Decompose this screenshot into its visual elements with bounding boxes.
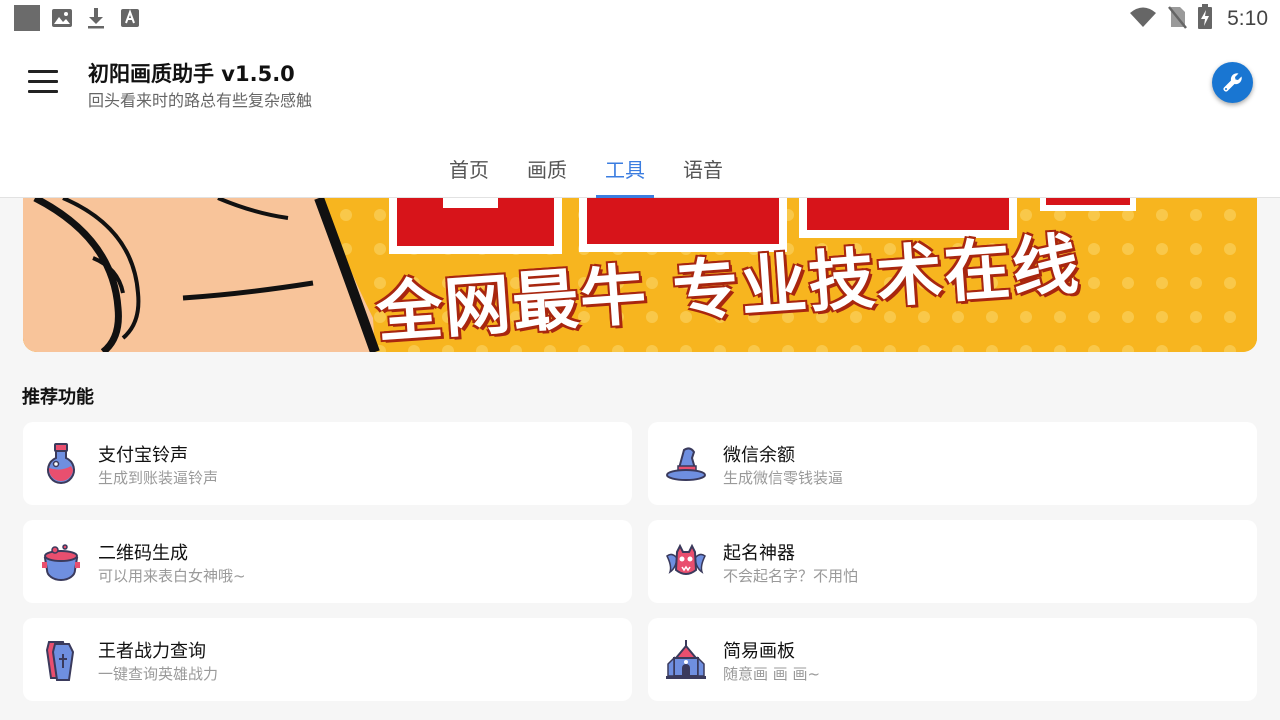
card-title: 王者战力查询 [98, 641, 206, 662]
app-header: 初阳画质助手 v1.5.0 回头看来时的路总有些复杂感触 首页 画质 工具 语音 [0, 36, 1280, 198]
feature-card-alipay-ringtone[interactable]: 支付宝铃声 生成到账装逼铃声 [23, 422, 632, 505]
wrench-icon [1223, 72, 1242, 91]
cauldron-icon [42, 544, 80, 581]
battery-charging-icon [1197, 4, 1213, 34]
card-subtitle: 生成微信零钱装逼 [723, 469, 844, 487]
wrench-button[interactable] [1212, 62, 1253, 103]
card-title: 起名神器 [723, 543, 795, 564]
feature-card-qrcode[interactable]: 二维码生成 可以用来表白女神哦~ [23, 520, 632, 603]
haunted-house-icon [666, 640, 706, 679]
card-title: 支付宝铃声 [98, 445, 188, 466]
card-subtitle: 生成到账装逼铃声 [98, 469, 219, 487]
app-subtitle: 回头看来时的路总有些复杂感触 [88, 91, 313, 110]
app-title: 初阳画质助手 v1.5.0 [88, 62, 295, 86]
feature-card-naming[interactable]: 起名神器 不会起名字？不用怕 [648, 520, 1257, 603]
app-square-icon [14, 5, 40, 31]
download-icon [84, 6, 108, 30]
card-subtitle: 可以用来表白女神哦~ [98, 567, 246, 585]
tab-voice[interactable]: 语音 [664, 148, 742, 198]
tab-bar: 首页 画质 工具 语音 [430, 148, 742, 198]
card-subtitle: 随意画 画 画~ [723, 665, 821, 683]
tab-home[interactable]: 首页 [430, 148, 508, 198]
font-icon [118, 6, 142, 30]
wifi-icon [1129, 6, 1157, 32]
bat-icon [666, 543, 706, 575]
status-bar: 5:10 [0, 0, 1280, 36]
image-icon [50, 6, 74, 30]
coffin-icon [45, 641, 75, 681]
tab-quality[interactable]: 画质 [508, 148, 586, 198]
card-title: 微信余额 [723, 445, 795, 466]
card-title: 简易画板 [723, 641, 795, 662]
feature-card-wechat-balance[interactable]: 微信余额 生成微信零钱装逼 [648, 422, 1257, 505]
hamburger-menu-icon[interactable] [28, 70, 58, 96]
tab-tools[interactable]: 工具 [586, 148, 664, 198]
section-title: 推荐功能 [22, 387, 94, 408]
wizard-hat-icon [666, 447, 706, 481]
card-subtitle: 一键查询英雄战力 [98, 665, 219, 683]
status-left-icons [14, 5, 142, 31]
feature-card-drawing-board[interactable]: 简易画板 随意画 画 画~ [648, 618, 1257, 701]
no-sim-icon [1167, 5, 1188, 33]
status-right-icons: 5:10 [1129, 4, 1268, 34]
card-title: 二维码生成 [98, 543, 188, 564]
feature-card-hok-power[interactable]: 王者战力查询 一键查询英雄战力 [23, 618, 632, 701]
promo-banner[interactable]: 全网最牛 专业技术在线 [23, 198, 1257, 352]
status-time: 5:10 [1227, 7, 1268, 30]
potion-flask-icon [47, 443, 75, 484]
card-subtitle: 不会起名字？不用怕 [723, 567, 859, 585]
